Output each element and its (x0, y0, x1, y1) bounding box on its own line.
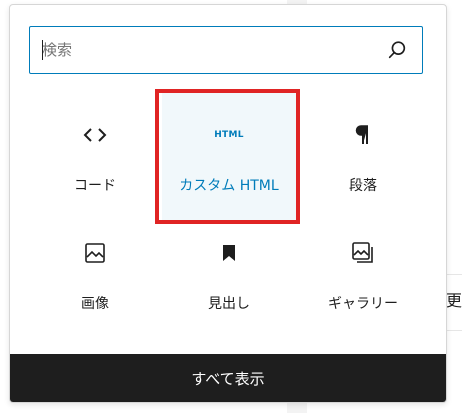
background-edge-text: 更新 (446, 291, 462, 310)
search-input[interactable] (42, 41, 362, 59)
html-icon: HTML (162, 123, 296, 147)
search-box[interactable] (29, 26, 423, 74)
block-item-heading[interactable]: 見出し (162, 209, 296, 342)
background-divider (446, 274, 462, 275)
browse-all-button[interactable]: すべて表示 (10, 354, 446, 402)
block-inserter-popover: コード HTML カスタム HTML 段落 (9, 4, 447, 403)
search-icon[interactable] (386, 39, 408, 61)
block-item-label: ギャラリー (328, 296, 398, 312)
code-icon (28, 123, 162, 147)
block-item-label: カスタム HTML (179, 178, 279, 194)
gallery-icon (296, 241, 430, 265)
block-item-gallery[interactable]: ギャラリー (296, 209, 430, 342)
block-item-label: 見出し (208, 296, 250, 312)
block-item-image[interactable]: 画像 (28, 209, 162, 342)
block-item-paragraph[interactable]: 段落 (296, 91, 430, 224)
text-cursor (42, 40, 43, 60)
background-divider (446, 330, 462, 331)
html-icon-text: HTML (214, 130, 244, 140)
block-item-label: コード (74, 178, 116, 194)
bookmark-icon (162, 241, 296, 265)
block-item-code[interactable]: コード (28, 91, 162, 224)
browse-all-label: すべて表示 (191, 369, 265, 388)
block-item-label: 段落 (349, 178, 377, 194)
block-item-label: 画像 (81, 296, 109, 312)
paragraph-icon (296, 123, 430, 147)
block-item-custom-html[interactable]: HTML カスタム HTML (162, 91, 296, 224)
image-icon (28, 241, 162, 265)
